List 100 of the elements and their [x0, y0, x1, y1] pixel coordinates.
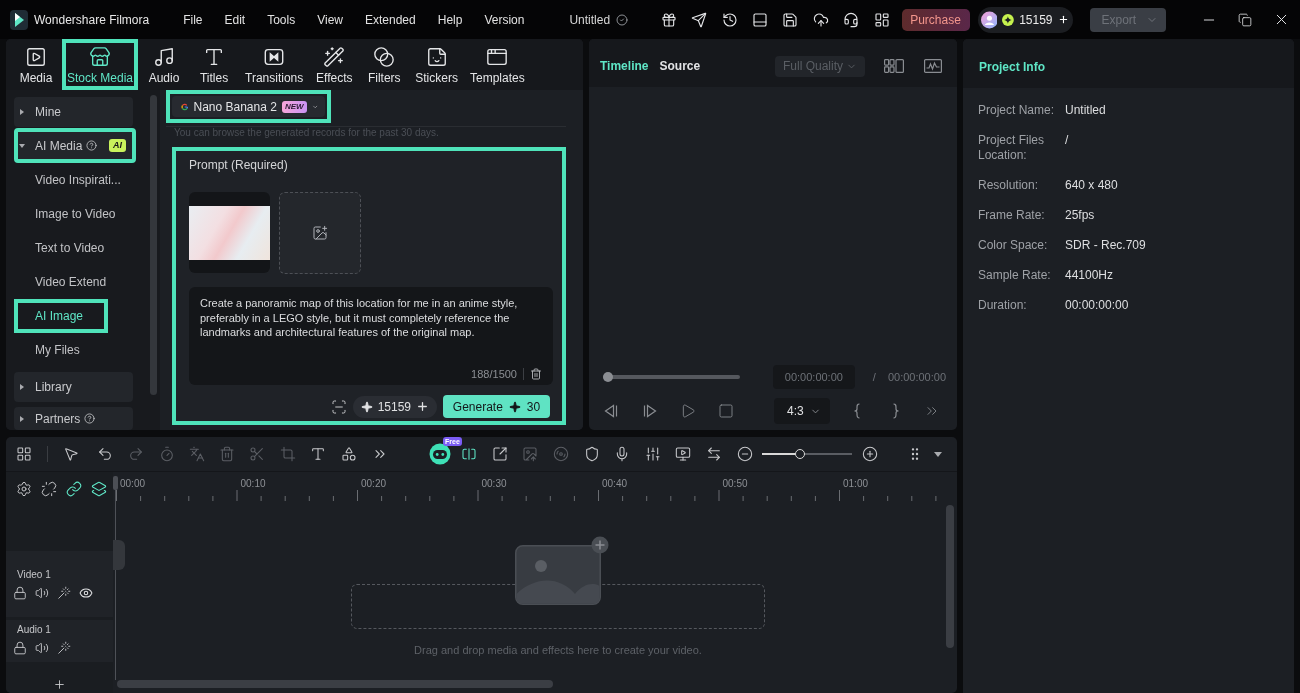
pointer-icon[interactable]	[63, 446, 79, 462]
menu-item[interactable]: File	[183, 12, 203, 27]
sliders-icon[interactable]	[645, 446, 661, 462]
link-icon[interactable]	[66, 481, 82, 497]
sidebar-group[interactable]: Mine	[14, 97, 133, 127]
horizontal-scrollbar[interactable]	[117, 680, 553, 688]
add-track-icon[interactable]	[53, 678, 66, 691]
settings-icon[interactable]	[16, 481, 32, 497]
wand-icon[interactable]	[57, 586, 71, 600]
sidebar-item[interactable]: Text to Video	[14, 231, 133, 265]
open-brace-icon[interactable]	[853, 403, 861, 419]
sidebar-group[interactable]: AI Media AI	[14, 128, 136, 163]
shapes-icon[interactable]	[341, 446, 357, 462]
vertical-scrollbar[interactable]	[946, 505, 954, 648]
sidebar-item[interactable]: Image to Video	[14, 197, 133, 231]
generate-button[interactable]: Generate 30	[443, 395, 550, 418]
paper-plane-icon[interactable]	[691, 11, 708, 28]
previous-frame-icon[interactable]	[603, 403, 619, 419]
media-tab[interactable]: Templates	[464, 39, 530, 90]
split-icon[interactable]	[461, 446, 477, 462]
headset-icon[interactable]	[843, 11, 860, 28]
vertical-scrollbar[interactable]	[150, 95, 157, 395]
undo-icon[interactable]	[97, 446, 113, 462]
plus-icon[interactable]	[416, 400, 429, 413]
media-tab[interactable]: Effects	[310, 39, 359, 90]
history-icon[interactable]	[721, 11, 738, 28]
waveform-icon[interactable]	[924, 59, 942, 73]
zoom-out-icon[interactable]	[737, 446, 753, 462]
media-tab[interactable]: Stickers	[410, 39, 463, 90]
sidebar-item[interactable]: Video Inspirati...	[14, 163, 133, 197]
help-icon[interactable]	[84, 413, 96, 424]
sidebar-group[interactable]: Partners	[14, 407, 133, 430]
close-brace-icon[interactable]	[892, 403, 900, 419]
media-tab[interactable]: Filters	[360, 39, 409, 90]
preview-tab[interactable]: Timeline	[600, 59, 649, 73]
zoom-in-icon[interactable]	[862, 446, 878, 462]
image-thumbnail[interactable]	[189, 192, 270, 273]
text-icon[interactable]	[310, 446, 326, 462]
translate-icon[interactable]	[189, 446, 205, 462]
menu-item[interactable]: Help	[437, 12, 463, 27]
menu-item[interactable]: Tools	[267, 12, 296, 27]
slider-handle[interactable]	[794, 449, 805, 459]
speaker-icon[interactable]	[35, 586, 49, 600]
caret-down-icon[interactable]	[19, 142, 25, 149]
sidebar-item[interactable]: Video Extend	[14, 265, 133, 299]
caret-right-icon[interactable]	[19, 415, 25, 422]
stop-icon[interactable]	[718, 403, 734, 419]
gift-icon[interactable]	[660, 11, 677, 28]
preview-tab[interactable]: Source	[659, 59, 701, 73]
grid-icon[interactable]	[16, 446, 32, 462]
dashboard-icon[interactable]	[873, 11, 890, 28]
shield-icon[interactable]	[584, 446, 600, 462]
credits-button[interactable]: 15159	[352, 395, 437, 418]
timecode-field[interactable]: 00:00:00:00	[772, 365, 855, 389]
scissors-icon[interactable]	[249, 446, 265, 462]
menu-item[interactable]: Extended	[365, 12, 416, 27]
media-tab[interactable]: Titles	[190, 39, 239, 90]
playback-slider[interactable]	[603, 375, 740, 379]
wand-icon[interactable]	[57, 641, 71, 655]
box-arrow-icon[interactable]	[492, 446, 508, 462]
robot-icon[interactable]	[429, 443, 451, 465]
lock-icon[interactable]	[13, 586, 27, 600]
delete-icon[interactable]	[530, 368, 542, 380]
sidebar-item[interactable]: AI Image	[14, 299, 109, 333]
avatar-icon[interactable]	[980, 9, 998, 30]
eye-icon[interactable]	[79, 586, 93, 600]
save-icon[interactable]	[782, 11, 799, 28]
media-tab[interactable]: Audio	[140, 39, 189, 90]
sidebar-item[interactable]: My Files	[14, 333, 133, 367]
purchase-button[interactable]: Purchase	[901, 8, 970, 31]
plus-icon[interactable]	[1057, 13, 1069, 26]
sidebar-group[interactable]: Library	[14, 372, 133, 402]
cloud-upload-icon[interactable]	[812, 11, 829, 28]
prompt-field[interactable]: Create a panoramic map of this location for me in an anime style, preferably in a LEGO style, but it must completely reference the landmarks and architectural features of the original map. 188/1500	[189, 287, 553, 385]
upload-tile[interactable]	[279, 192, 361, 274]
menu-item[interactable]: Edit	[224, 12, 246, 27]
menu-item[interactable]: Version	[484, 12, 525, 27]
caret-right-icon[interactable]	[19, 384, 25, 390]
media-tab[interactable]: Stock Media	[62, 39, 139, 90]
play-icon[interactable]	[680, 403, 696, 419]
microphone-icon[interactable]	[614, 446, 630, 462]
restore-icon[interactable]	[1238, 12, 1253, 27]
arrows-icon[interactable]	[706, 446, 722, 462]
monitor-icon[interactable]	[675, 446, 691, 462]
scan-icon[interactable]	[330, 398, 347, 415]
credits-button[interactable]: 15159	[977, 6, 1073, 33]
media-tab[interactable]: Media	[12, 39, 60, 90]
slider-handle[interactable]	[603, 372, 613, 382]
menu-item[interactable]: View	[317, 12, 343, 27]
caret-right-icon[interactable]	[19, 109, 25, 115]
help-icon[interactable]	[86, 140, 98, 151]
unlink-icon[interactable]	[41, 481, 57, 497]
speaker-icon[interactable]	[35, 641, 49, 655]
panel-icon[interactable]	[751, 11, 768, 28]
caret-down-icon[interactable]	[934, 451, 942, 457]
lock-icon[interactable]	[13, 641, 27, 655]
next-frame-icon[interactable]	[642, 403, 658, 419]
image-icon[interactable]	[522, 446, 538, 462]
media-tab[interactable]: Transitions	[240, 39, 309, 90]
disc-icon[interactable]	[553, 446, 569, 462]
